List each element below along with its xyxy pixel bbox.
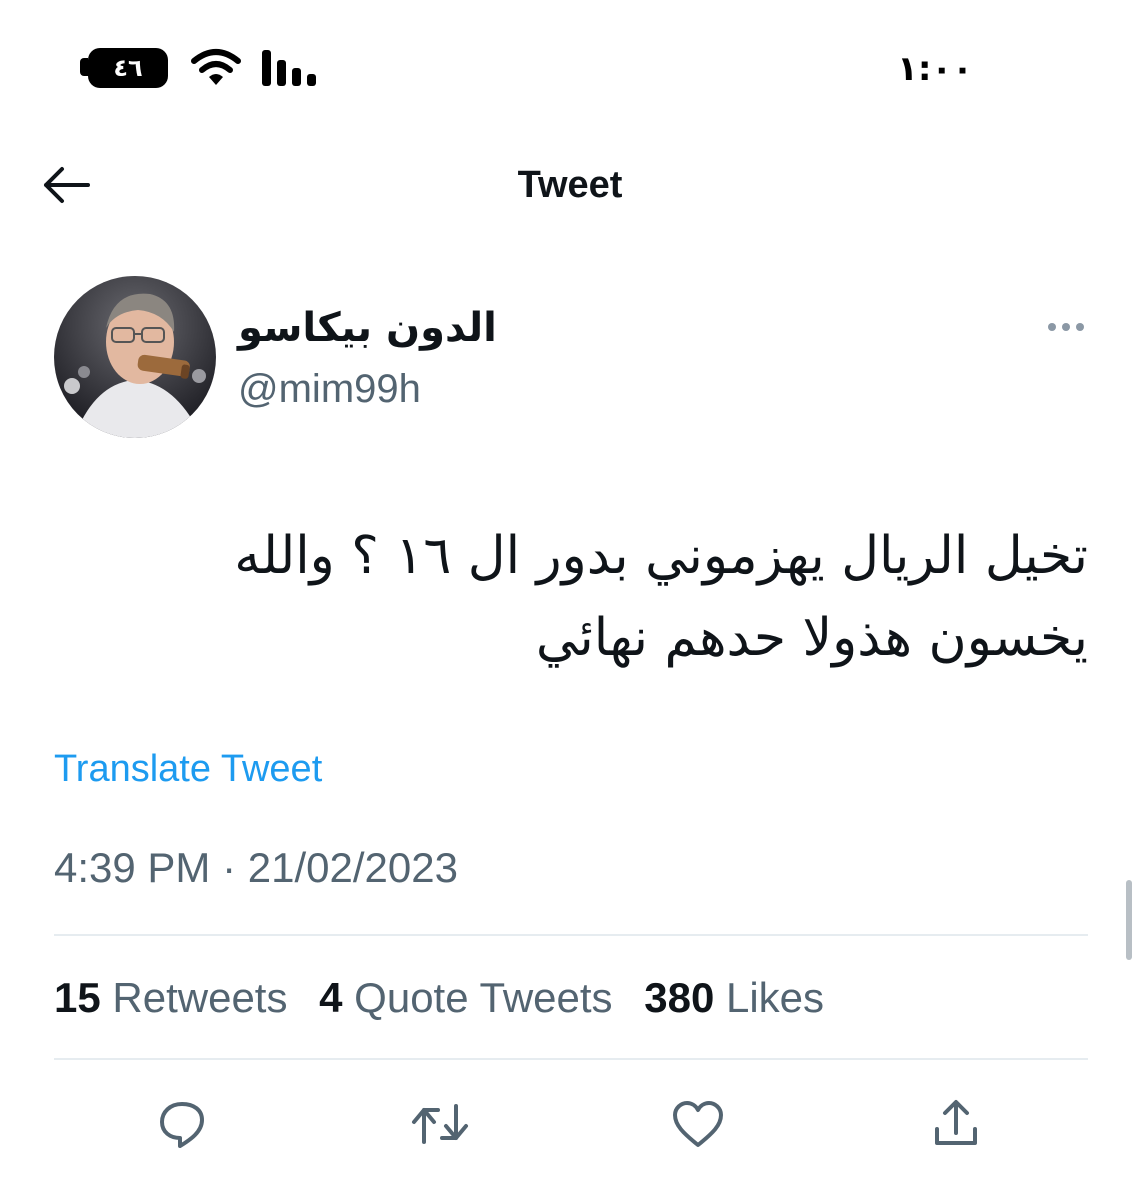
heart-icon [673,1101,723,1147]
arrow-left-icon [44,167,90,203]
tweet-timestamp[interactable]: 4:39 PM · 21/02/2023 [54,840,754,896]
battery-icon: ٤٦ [88,48,168,88]
author-name[interactable]: الدون بيكاسو [238,300,638,356]
divider [54,1058,1088,1060]
battery-nub [80,58,88,76]
likes-count: 380 [644,974,715,1021]
share-icon [935,1100,977,1145]
tweet-text: تخيل الريال يهزموني بدور ال ١٦ ؟ والله ي… [234,526,1088,668]
retweets-label: Retweets [112,974,288,1021]
reply-icon [160,1102,204,1148]
status-clock: ١:٠٠ [897,49,973,89]
likes-stat[interactable]: 380 Likes [644,974,824,1021]
share-button[interactable] [926,1094,986,1154]
back-button[interactable] [36,160,96,210]
quote-tweets-label: Quote Tweets [354,974,613,1021]
more-button[interactable] [1036,312,1096,342]
avatar-image [54,276,216,438]
status-bar: ٤٦ ١:٠٠ [0,0,1140,130]
reply-button[interactable] [152,1094,212,1154]
author-handle[interactable]: @mim99h [238,362,638,416]
page-title: Tweet [517,164,623,206]
more-horizontal-icon [1048,323,1084,331]
retweets-count: 15 [54,974,101,1021]
retweet-icon [412,1104,468,1144]
tweet-stats: 15 Retweets 4 Quote Tweets 380 Likes [54,970,1094,1026]
battery-level: ٤٦ [113,54,143,82]
avatar[interactable] [54,276,216,438]
like-button[interactable] [668,1094,728,1154]
divider [54,934,1088,936]
quote-tweets-stat[interactable]: 4 Quote Tweets [319,974,612,1021]
retweets-stat[interactable]: 15 Retweets [54,974,287,1021]
retweet-button[interactable] [410,1094,470,1154]
signal-bars-icon [262,50,316,86]
likes-label: Likes [725,974,825,1021]
translate-tweet-link[interactable]: Translate Tweet [54,744,454,794]
wifi-icon [191,49,241,85]
scrollbar[interactable] [1126,880,1132,960]
quote-tweets-count: 4 [319,974,343,1021]
